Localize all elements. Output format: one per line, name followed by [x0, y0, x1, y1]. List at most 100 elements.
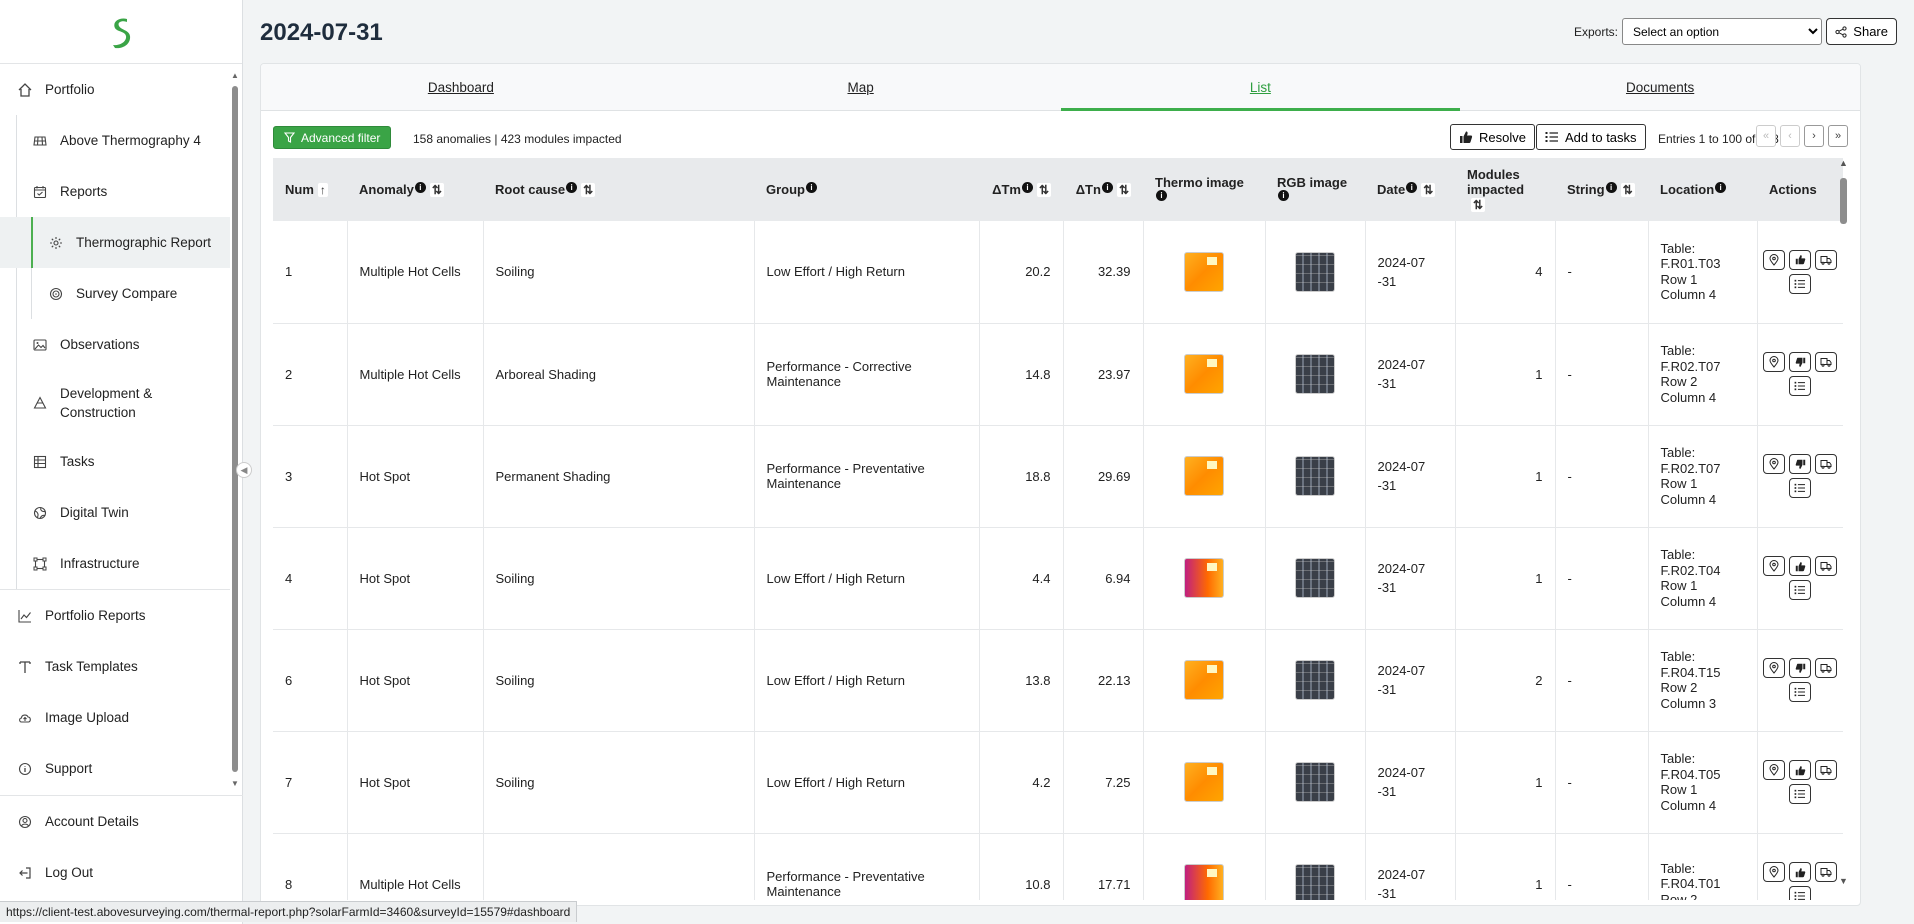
thermo-thumbnail[interactable] [1184, 660, 1224, 700]
sidebar-item-support[interactable]: Support [0, 743, 230, 792]
add-to-tasks-button[interactable]: Add to tasks [1536, 124, 1646, 150]
col-root-cause[interactable]: Root cause i ⇅ [483, 158, 754, 221]
table-row[interactable]: 2 Multiple Hot Cells Arboreal Shading Pe… [273, 323, 1843, 426]
rgb-thumbnail[interactable] [1295, 762, 1335, 802]
table-row[interactable]: 8 Multiple Hot Cells Performance - Preve… [273, 833, 1843, 900]
sidebar-item-image-upload[interactable]: Image Upload [0, 692, 230, 743]
sidebar-item-portfolio[interactable]: Portfolio [0, 64, 230, 115]
details-button[interactable] [1789, 682, 1811, 702]
sidebar-scrollbar[interactable]: ▲ ▼ [231, 72, 239, 788]
col-dtm[interactable]: ΔTm i ⇅ [979, 158, 1063, 221]
thermo-thumbnail[interactable] [1184, 864, 1224, 900]
table-scroll-thumb[interactable] [1840, 178, 1847, 224]
tab-list[interactable]: List [1060, 64, 1461, 111]
sort-icon[interactable]: ⇅ [429, 183, 444, 197]
sort-icon[interactable]: ⇅ [1421, 183, 1436, 197]
sidebar-scroll-thumb[interactable] [232, 86, 238, 772]
vote-button[interactable] [1789, 352, 1811, 372]
col-num[interactable]: Num ↑ [273, 158, 347, 221]
info-icon[interactable]: i [414, 182, 426, 193]
info-icon[interactable]: i [1021, 182, 1033, 193]
table-row[interactable]: 4 Hot Spot Soiling Low Effort / High Ret… [273, 527, 1843, 630]
sidebar-item-reports[interactable]: Reports [0, 166, 230, 217]
locate-button[interactable] [1763, 556, 1785, 576]
rgb-thumbnail[interactable] [1295, 354, 1335, 394]
table-row[interactable]: 1 Multiple Hot Cells Soiling Low Effort … [273, 221, 1843, 324]
sort-icon[interactable]: ⇅ [1471, 198, 1486, 212]
rgb-thumbnail[interactable] [1295, 558, 1335, 598]
table-scrollbar[interactable]: ▲ ▼ [1838, 158, 1848, 886]
details-button[interactable] [1789, 580, 1811, 600]
first-page-button[interactable]: « [1756, 125, 1776, 147]
details-button[interactable] [1789, 886, 1811, 900]
details-button[interactable] [1789, 273, 1811, 294]
sidebar-item-thermographic-report[interactable]: Thermographic Report [0, 217, 230, 268]
next-page-button[interactable]: › [1804, 125, 1824, 147]
details-button[interactable] [1789, 784, 1811, 804]
sidebar-item-tasks[interactable]: Tasks [0, 436, 230, 487]
move-button[interactable] [1815, 556, 1837, 576]
move-button[interactable] [1815, 658, 1837, 678]
move-button[interactable] [1815, 249, 1837, 270]
info-icon[interactable]: i [1101, 182, 1113, 193]
sort-icon[interactable]: ⇅ [1620, 183, 1635, 197]
tab-dashboard[interactable]: Dashboard [261, 64, 661, 110]
info-icon[interactable]: i [1715, 182, 1727, 193]
locate-button[interactable] [1763, 658, 1785, 678]
info-icon[interactable]: i [1605, 182, 1617, 193]
scroll-up-icon[interactable]: ▲ [1839, 158, 1848, 168]
rgb-thumbnail[interactable] [1295, 660, 1335, 700]
thermo-thumbnail[interactable] [1184, 354, 1224, 394]
table-row[interactable]: 7 Hot Spot Soiling Low Effort / High Ret… [273, 731, 1843, 834]
share-button[interactable]: Share [1826, 18, 1897, 45]
sidebar-item-digital-twin[interactable]: Digital Twin [0, 487, 230, 538]
sidebar-item-task-templates[interactable]: Task Templates [0, 641, 230, 692]
locate-button[interactable] [1763, 249, 1785, 270]
table-row[interactable]: 3 Hot Spot Permanent Shading Performance… [273, 425, 1843, 528]
info-icon[interactable]: i [566, 182, 578, 193]
sort-icon[interactable]: ⇅ [581, 183, 596, 197]
sidebar-item-development[interactable]: Development & Construction [0, 370, 230, 436]
vote-button[interactable] [1789, 454, 1811, 474]
sidebar-item-observations[interactable]: Observations [0, 319, 230, 370]
info-icon[interactable]: i [1406, 182, 1418, 193]
rgb-thumbnail[interactable] [1295, 251, 1335, 292]
prev-page-button[interactable]: ‹ [1780, 125, 1800, 147]
tab-map[interactable]: Map [661, 64, 1061, 110]
move-button[interactable] [1815, 862, 1837, 882]
vote-button[interactable] [1789, 658, 1811, 678]
move-button[interactable] [1815, 760, 1837, 780]
thermo-thumbnail[interactable] [1184, 762, 1224, 802]
scroll-up-icon[interactable]: ▲ [231, 72, 239, 80]
sort-icon[interactable]: ⇅ [1036, 183, 1051, 197]
locate-button[interactable] [1763, 760, 1785, 780]
sort-icon[interactable]: ⇅ [1116, 183, 1131, 197]
sidebar-item-survey-compare[interactable]: Survey Compare [0, 268, 230, 319]
col-modules[interactable]: Modules impacted⇅ [1455, 158, 1555, 221]
sidebar-item-portfolio-reports[interactable]: Portfolio Reports [0, 590, 230, 641]
sidebar-item-log-out[interactable]: Log Out [0, 847, 243, 898]
scroll-down-icon[interactable]: ▼ [231, 780, 239, 788]
thermo-thumbnail[interactable] [1184, 558, 1224, 598]
advanced-filter-button[interactable]: Advanced filter [273, 126, 392, 149]
details-button[interactable] [1789, 478, 1811, 498]
thermo-thumbnail[interactable] [1184, 251, 1224, 292]
info-icon[interactable]: i [806, 182, 817, 193]
rgb-thumbnail[interactable] [1295, 456, 1335, 496]
sort-asc-icon[interactable]: ↑ [317, 183, 328, 197]
col-string[interactable]: String i ⇅ [1555, 158, 1648, 221]
tab-documents[interactable]: Documents [1460, 64, 1860, 110]
col-dtn[interactable]: ΔTn i ⇅ [1063, 158, 1143, 221]
sidebar-item-account-details[interactable]: Account Details [0, 796, 243, 847]
move-button[interactable] [1815, 454, 1837, 474]
info-icon[interactable]: i [1156, 189, 1167, 201]
vote-button[interactable] [1789, 556, 1811, 576]
vote-button[interactable] [1789, 249, 1811, 270]
exports-select[interactable]: Select an option [1622, 18, 1822, 45]
rgb-thumbnail[interactable] [1295, 864, 1335, 900]
locate-button[interactable] [1763, 862, 1785, 882]
sidebar-item-infrastructure[interactable]: Infrastructure [0, 538, 230, 589]
last-page-button[interactable]: » [1828, 125, 1848, 147]
scroll-down-icon[interactable]: ▼ [1839, 876, 1848, 886]
sidebar-collapse-handle[interactable]: ◀ [236, 462, 252, 478]
